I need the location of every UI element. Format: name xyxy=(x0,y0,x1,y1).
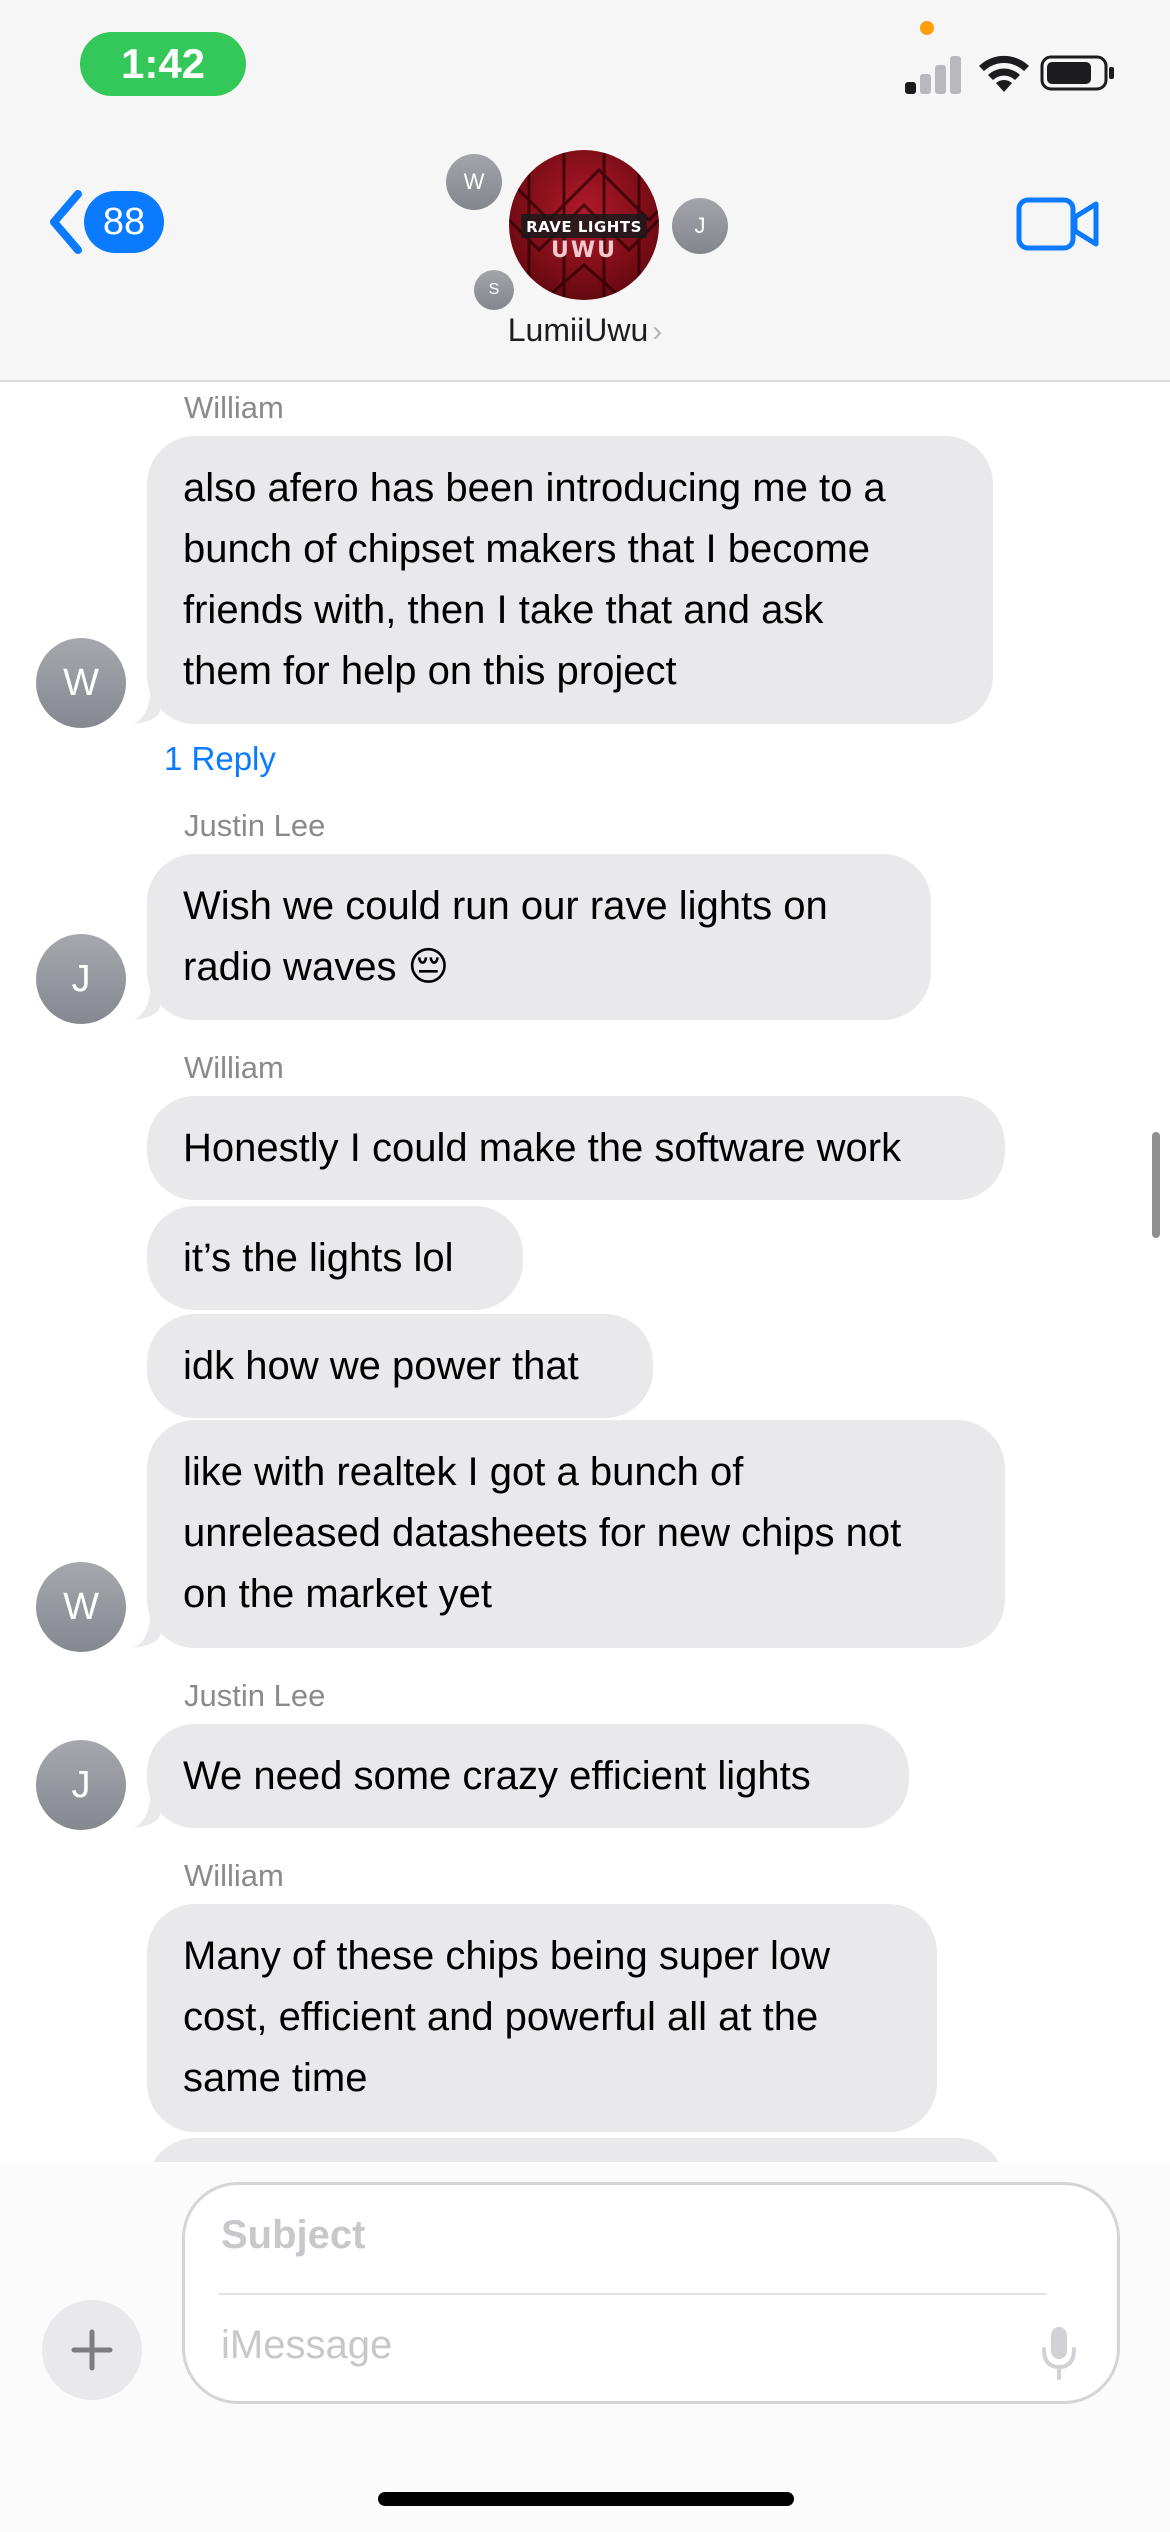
avatar[interactable]: J xyxy=(36,934,126,1024)
participant-avatar-w: W xyxy=(446,154,502,210)
chevron-left-icon xyxy=(50,190,82,254)
group-avatar-subtitle: UWU xyxy=(551,238,617,263)
bubble-tail xyxy=(134,1788,160,1828)
microphone-icon[interactable] xyxy=(1039,2325,1079,2381)
message-thread[interactable]: William also afero has been introducing … xyxy=(0,384,1170,2162)
group-avatar[interactable]: RAVE LIGHTS UWU xyxy=(509,150,659,300)
bubble-tail xyxy=(134,980,160,1020)
status-time: 1:42 xyxy=(80,32,246,96)
compose-divider xyxy=(219,2293,1047,2295)
apps-plus-button[interactable] xyxy=(42,2300,142,2400)
home-indicator[interactable] xyxy=(378,2492,794,2506)
message-bubble[interactable]: Honestly I could make the software work xyxy=(147,1096,1005,1200)
cellular-signal-icon xyxy=(905,54,961,94)
message-bubble[interactable]: also afero has been introducing me to a … xyxy=(147,436,993,724)
conversation-header: 1:42 88 W J S RAVE LIGHTS UWU LumiiUwu › xyxy=(0,0,1170,382)
privacy-indicator-dot xyxy=(920,21,934,35)
subject-input[interactable]: Subject xyxy=(221,2213,365,2258)
bubble-tail xyxy=(134,684,160,724)
message-input[interactable]: iMessage xyxy=(221,2323,392,2368)
chevron-right-icon: › xyxy=(652,315,663,348)
thread-reply-link[interactable]: 1 Reply xyxy=(164,740,276,778)
sender-name: Justin Lee xyxy=(184,1678,326,1713)
sender-name: William xyxy=(184,1050,284,1085)
message-bubble[interactable]: idk how we power that xyxy=(147,1314,653,1418)
facetime-video-icon[interactable] xyxy=(1016,195,1100,253)
group-name-label: LumiiUwu xyxy=(507,312,649,348)
message-bubble[interactable]: Wish we could run our rave lights on rad… xyxy=(147,854,931,1020)
wifi-icon xyxy=(979,55,1029,92)
group-avatar-title: RAVE LIGHTS xyxy=(526,218,642,236)
participant-avatar-s: S xyxy=(474,270,514,310)
bubble-tail xyxy=(134,1608,160,1648)
message-bubble-partial[interactable] xyxy=(147,2138,1005,2162)
scroll-indicator[interactable] xyxy=(1152,1132,1160,1238)
back-button[interactable]: 88 xyxy=(44,186,174,258)
plus-icon xyxy=(71,2329,113,2371)
avatar[interactable]: W xyxy=(36,1562,126,1652)
compose-box: Subject iMessage xyxy=(182,2182,1120,2404)
message-bubble[interactable]: Many of these chips being super low cost… xyxy=(147,1904,937,2132)
avatar[interactable]: W xyxy=(36,638,126,728)
message-bubble[interactable]: it’s the lights lol xyxy=(147,1206,523,1310)
message-bubble[interactable]: like with realtek I got a bunch of unrel… xyxy=(147,1420,1005,1648)
sender-name: William xyxy=(184,390,284,425)
sender-name: Justin Lee xyxy=(184,808,326,843)
unread-count-badge: 88 xyxy=(84,191,164,253)
battery-icon xyxy=(1040,55,1114,91)
participant-avatar-j: J xyxy=(672,198,728,254)
group-name-button[interactable]: LumiiUwu › xyxy=(0,312,1170,349)
sender-name: William xyxy=(184,1858,284,1893)
avatar[interactable]: J xyxy=(36,1740,126,1830)
message-bubble[interactable]: We need some crazy efficient lights xyxy=(147,1724,909,1828)
